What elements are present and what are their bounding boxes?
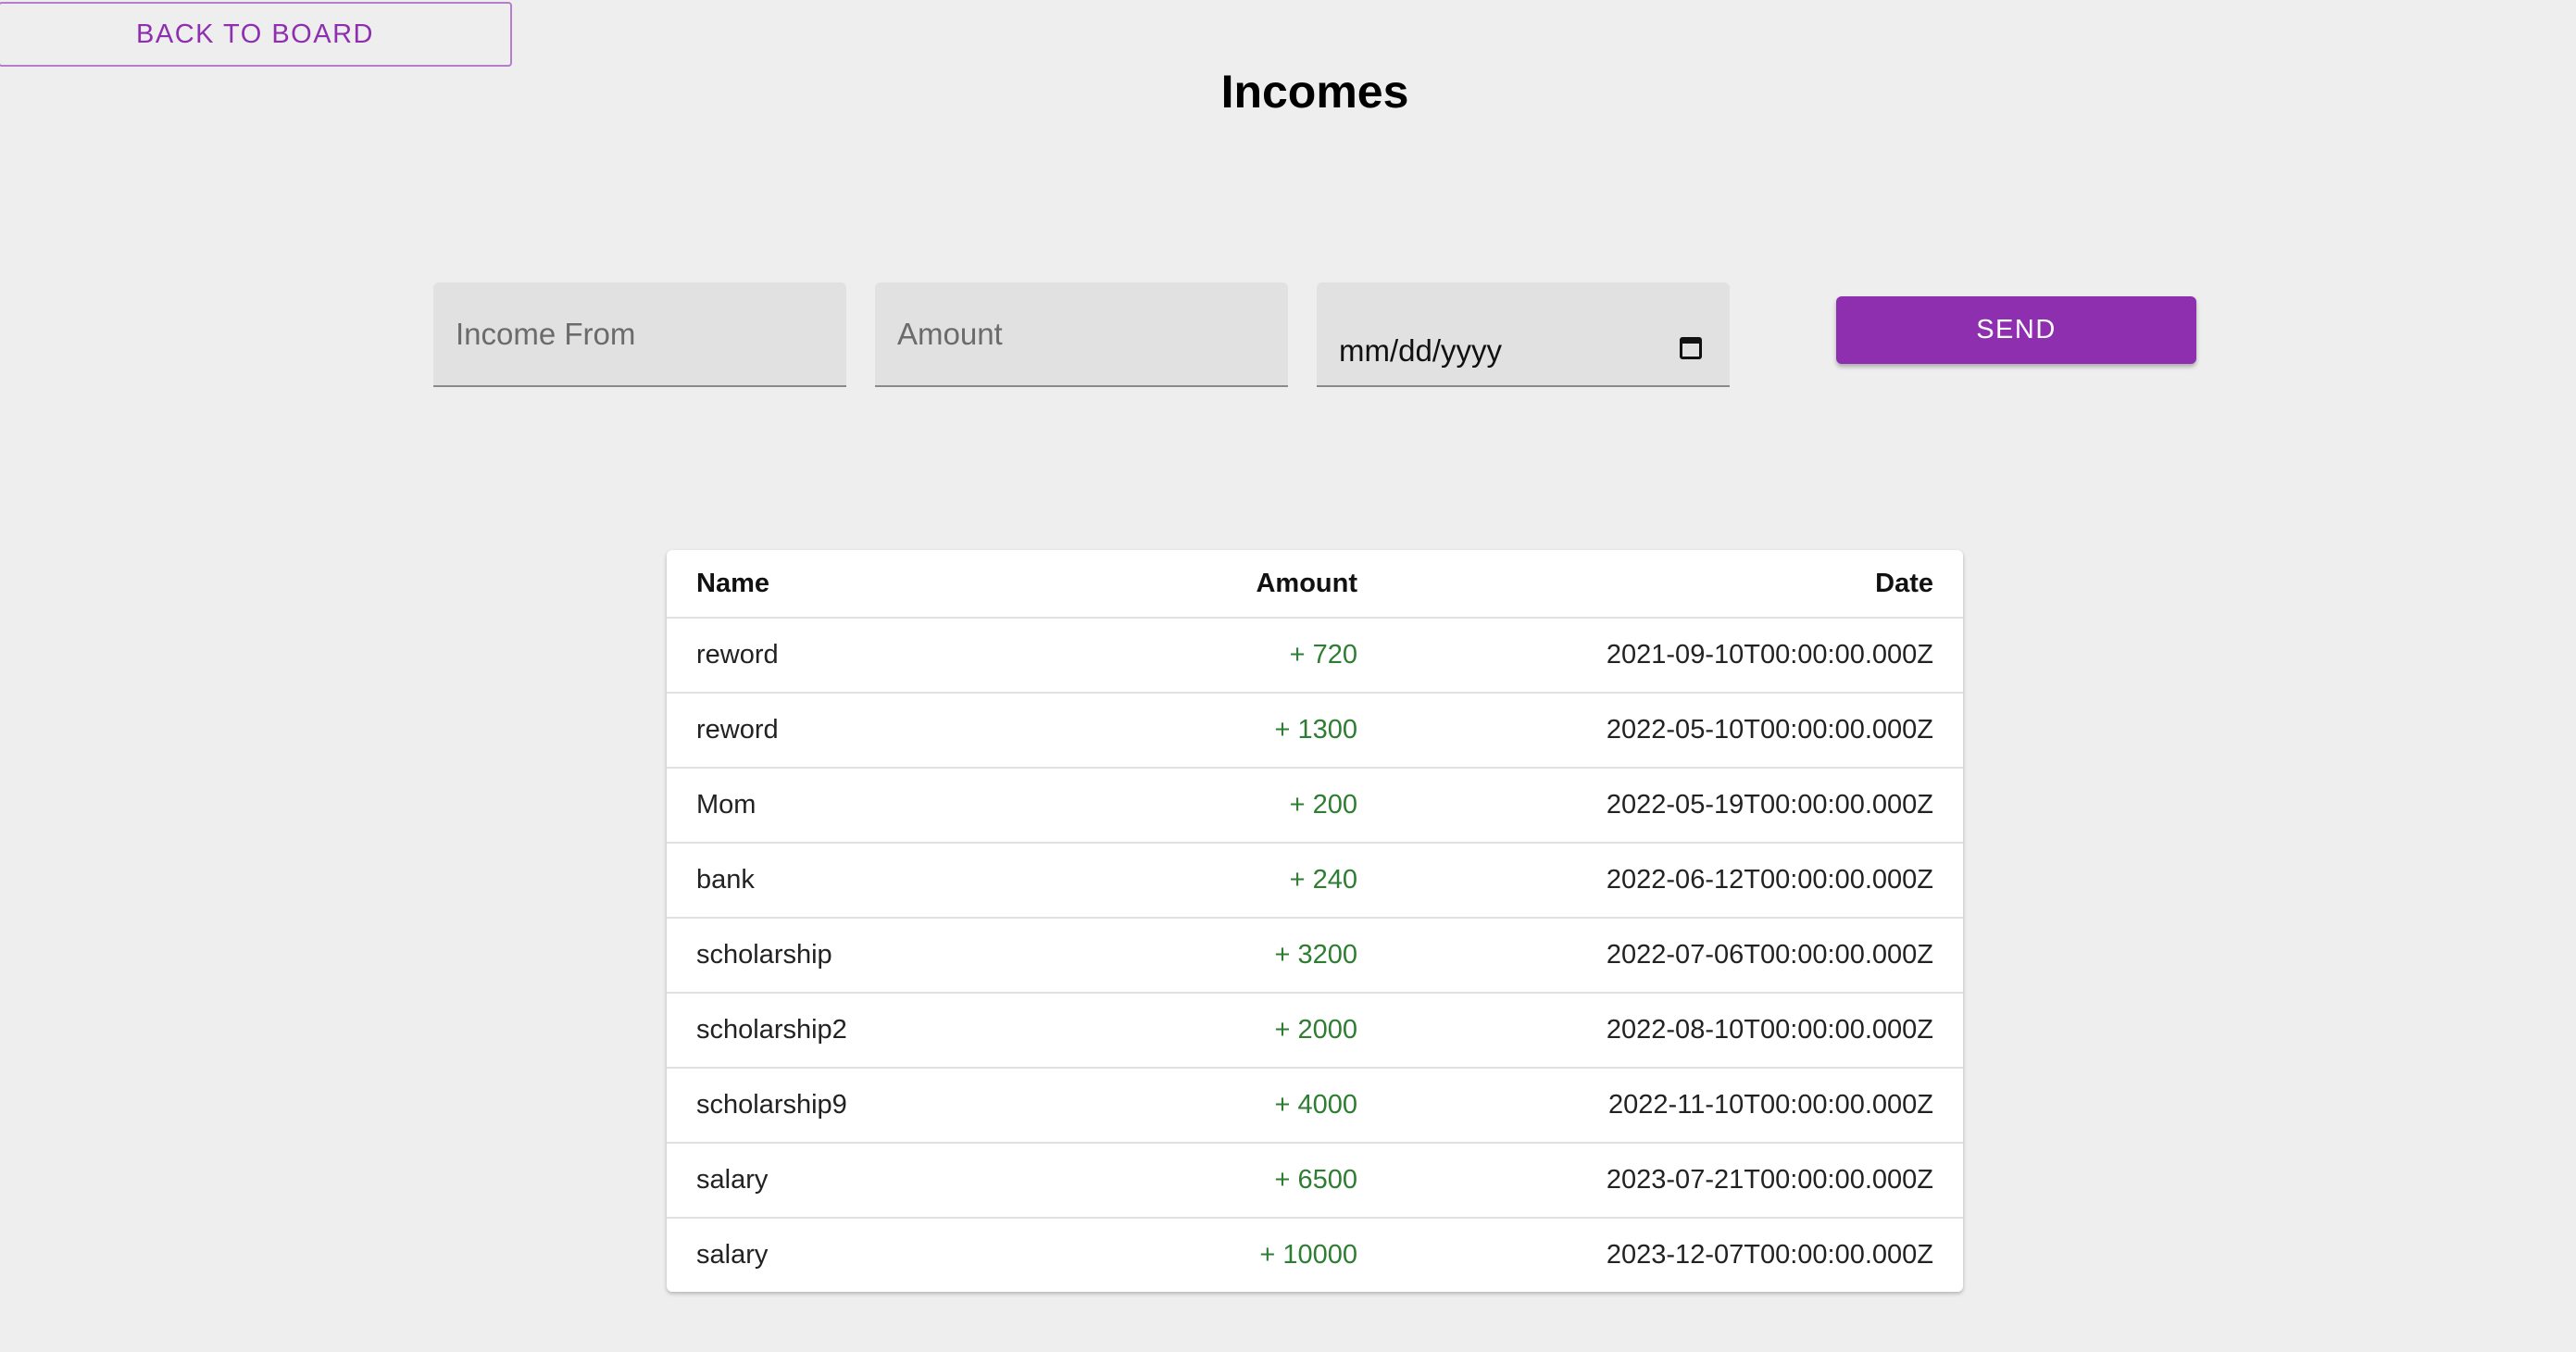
row-date: 2022-05-10T00:00:00.000Z	[1387, 693, 1963, 769]
row-date: 2021-09-10T00:00:00.000Z	[1387, 618, 1963, 694]
row-date: 2022-11-10T00:00:00.000Z	[1387, 1068, 1963, 1144]
table-row: Mom + 200 2022-05-19T00:00:00.000Z	[667, 768, 1963, 844]
column-header-date: Date	[1387, 550, 1963, 619]
row-date: 2022-08-10T00:00:00.000Z	[1387, 993, 1963, 1069]
incomes-table: Name Amount Date reword + 720 2021-09-10…	[667, 550, 1963, 1292]
calendar-icon[interactable]	[1680, 337, 1702, 359]
row-date: 2022-07-06T00:00:00.000Z	[1387, 918, 1963, 994]
table-row: scholarship + 3200 2022-07-06T00:00:00.0…	[667, 918, 1963, 994]
table-row: scholarship9 + 4000 2022-11-10T00:00:00.…	[667, 1068, 1963, 1144]
row-name: Mom	[667, 768, 1050, 844]
amount-placeholder: Amount	[897, 316, 1003, 351]
row-name: reword	[667, 693, 1050, 769]
column-header-amount: Amount	[1050, 550, 1387, 619]
date-input[interactable]: mm/dd/yyyy	[1317, 282, 1730, 387]
page-title: Incomes	[1220, 66, 1409, 118]
table-row: reword + 1300 2022-05-10T00:00:00.000Z	[667, 693, 1963, 769]
row-amount: + 1300	[1050, 693, 1387, 769]
table-row: salary + 6500 2023-07-21T00:00:00.000Z	[667, 1143, 1963, 1219]
row-date: 2022-06-12T00:00:00.000Z	[1387, 843, 1963, 919]
row-name: salary	[667, 1143, 1050, 1219]
row-name: bank	[667, 843, 1050, 919]
row-amount: + 240	[1050, 843, 1387, 919]
row-amount: + 3200	[1050, 918, 1387, 994]
row-date: 2023-07-21T00:00:00.000Z	[1387, 1143, 1963, 1219]
date-placeholder: mm/dd/yyyy	[1339, 332, 1503, 368]
row-amount: + 4000	[1050, 1068, 1387, 1144]
row-amount: + 200	[1050, 768, 1387, 844]
row-amount: + 2000	[1050, 993, 1387, 1069]
row-amount: + 10000	[1259, 1240, 1357, 1270]
send-button[interactable]: SEND	[1836, 296, 2196, 364]
incomes-table-card: Name Amount Date reword + 720 2021-09-10…	[667, 550, 1963, 1292]
row-name: reword	[667, 618, 1050, 694]
row-amount: + 6500	[1050, 1143, 1387, 1219]
table-row: salary + 10000 2023-12-07T00:00:00.000Z	[667, 1218, 1963, 1292]
table-row: reword + 720 2021-09-10T00:00:00.000Z	[667, 618, 1963, 694]
back-to-board-button[interactable]: BACK TO BOARD	[0, 2, 512, 67]
income-from-input[interactable]: Income From	[433, 282, 846, 387]
row-name: scholarship2	[667, 993, 1050, 1069]
row-amount: + 720	[1050, 618, 1387, 694]
row-name: salary	[696, 1240, 769, 1270]
income-from-placeholder: Income From	[456, 316, 636, 351]
column-header-name: Name	[667, 550, 1050, 619]
row-name: scholarship9	[667, 1068, 1050, 1144]
amount-input[interactable]: Amount	[875, 282, 1288, 387]
table-row: scholarship2 + 2000 2022-08-10T00:00:00.…	[667, 993, 1963, 1069]
row-name: scholarship	[667, 918, 1050, 994]
table-header-row: Name Amount Date	[667, 550, 1963, 619]
table-row: bank + 240 2022-06-12T00:00:00.000Z	[667, 843, 1963, 919]
row-date: 2022-05-19T00:00:00.000Z	[1387, 768, 1963, 844]
row-date: 2023-12-07T00:00:00.000Z	[1606, 1240, 1933, 1270]
